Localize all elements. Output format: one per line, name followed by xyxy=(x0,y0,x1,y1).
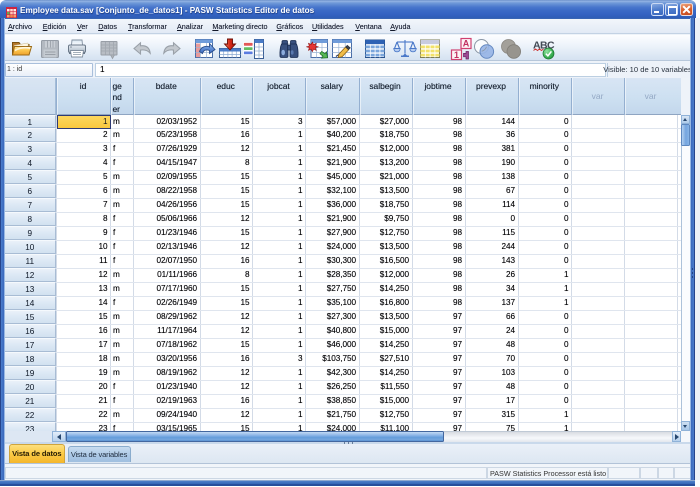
svg-text:A: A xyxy=(463,38,470,48)
svg-text:1: 1 xyxy=(454,49,459,59)
